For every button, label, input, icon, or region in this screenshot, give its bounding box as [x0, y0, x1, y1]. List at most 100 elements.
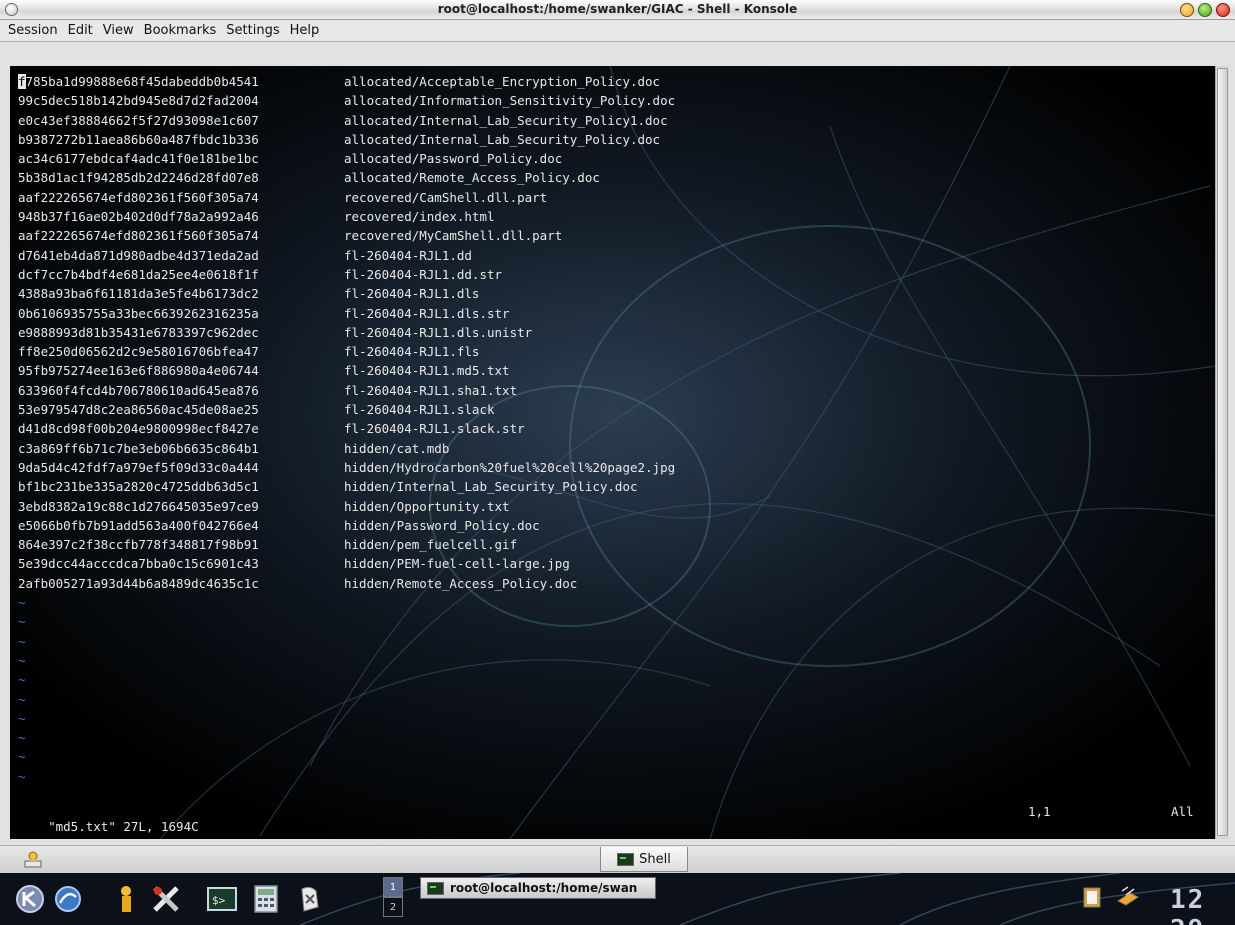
file-path: hidden/Hydrocarbon%20fuel%20cell%20page2…: [344, 459, 676, 475]
md5-hash: 9da5d4c42fdf7a979ef5f09d33c0a444: [18, 459, 259, 475]
konqueror-icon[interactable]: [52, 883, 84, 915]
kde-panel: $> 1 2 root@localhost:/home/swan 12 29: [0, 873, 1235, 925]
vim-empty-line-marker: ~: [18, 652, 26, 668]
file-path: fl-260404-RJL1.dls.unistr: [344, 324, 533, 340]
vim-empty-line-marker: ~: [18, 710, 26, 726]
taskbar-label: root@localhost:/home/swan: [450, 881, 638, 895]
md5-hash: 4388a93ba6f61181da3e5fe4b6173dc2: [18, 286, 259, 302]
file-path: recovered/MyCamShell.dll.part: [344, 228, 563, 244]
window-title: root@localhost:/home/swanker/GIAC - Shel…: [437, 2, 798, 16]
file-path: hidden/Remote_Access_Policy.doc: [344, 575, 578, 591]
terminal-scrollbar[interactable]: [1215, 66, 1229, 839]
tab-shell[interactable]: Shell: [600, 847, 688, 872]
home-folder-icon[interactable]: [112, 883, 144, 915]
md5-hash: 0b6106935755a33bec6639262316235a: [18, 305, 259, 321]
vim-empty-line-marker: ~: [18, 730, 26, 746]
terminal-line: 5e39dcc44acccdca7bba0c15c6901c43 hidden/P…: [18, 554, 675, 573]
terminal-line: b9387272b11aea86b60a487fbdc1b336 allocate…: [18, 130, 675, 149]
terminal-line: d7641eb4da871d980adbe4d371eda2ad fl-26040…: [18, 246, 675, 265]
file-path: fl-260404-RJL1.fls: [344, 344, 480, 360]
terminal-line: aaf222265674efd802361f560f305a74 recovere…: [18, 188, 675, 207]
klipper-clipboard-icon[interactable]: [1080, 885, 1104, 909]
md5-hash: 99c5dec518b142bd945e8d7d2fad2004: [18, 93, 259, 109]
md5-hash: e5066b0fb7b91add563a400f042766e4: [18, 517, 259, 533]
md5-hash: 948b37f16ae02b402d0df78a2a992a46: [18, 209, 259, 225]
konsole-launcher-icon[interactable]: $>: [206, 883, 238, 915]
calculator-icon[interactable]: [250, 883, 282, 915]
terminal-line: c3a869ff6b71c7be3eb06b6635c864b1 hidden/c…: [18, 439, 675, 458]
md5-hash: d7641eb4da871d980adbe4d371eda2ad: [18, 247, 259, 263]
md5-hash: 864e397c2f38ccfb778f348817f98b91: [18, 537, 259, 553]
kmail-icon[interactable]: [294, 883, 326, 915]
window-frame-right: [1229, 42, 1235, 845]
md5-hash: b9387272b11aea86b60a487fbdc1b336: [18, 131, 259, 147]
md5-hash: ff8e250d06562d2c9e58016706bfea47: [18, 344, 259, 360]
scrollbar-thumb[interactable]: [1217, 68, 1228, 836]
terminal-view[interactable]: f785ba1d99888e68f45dabeddb0b4541 allocate…: [10, 66, 1215, 839]
session-tab-bar: Shell: [0, 845, 1235, 873]
file-path: allocated/Internal_Lab_Security_Policy.d…: [344, 131, 661, 147]
terminal-line: 4388a93ba6f61181da3e5fe4b6173dc2 fl-26040…: [18, 284, 675, 303]
taskbar-button-konsole[interactable]: root@localhost:/home/swan: [420, 877, 656, 899]
md5-hash: c3a869ff6b71c7be3eb06b6635c864b1: [18, 440, 259, 456]
kde-menu-icon[interactable]: [14, 883, 46, 915]
desktop-1-button[interactable]: 1: [383, 877, 403, 897]
maximize-button[interactable]: [1198, 3, 1212, 17]
terminal-line: ac34c6177ebdcaf4adc41f0e181be1bc allocate…: [18, 149, 675, 168]
md5-hash: 633960f4fcd4b706780610ad645ea876: [18, 382, 259, 398]
menu-session[interactable]: Session: [3, 21, 63, 41]
md5-hash: bf1bc231be335a2820c4725ddb63d5c1: [18, 479, 259, 495]
minimize-button[interactable]: [1180, 3, 1194, 17]
desktop-2-button[interactable]: 2: [383, 897, 403, 917]
terminal-icon: [427, 881, 444, 895]
terminal-line: dcf7cc7b4bdf4e681da25ee4e0618f1f fl-26040…: [18, 265, 675, 284]
terminal-line: 53e979547d8c2ea86560ac45de08ae25 fl-26040…: [18, 400, 675, 419]
vim-cursor-position: 1,1: [1028, 804, 1051, 819]
terminal-line: 948b37f16ae02b402d0df78a2a992a46 recovere…: [18, 207, 675, 226]
panel-clock[interactable]: 12 29: [1170, 885, 1235, 925]
file-path: hidden/Internal_Lab_Security_Policy.doc: [344, 479, 638, 495]
file-path: fl-260404-RJL1.dls: [344, 286, 480, 302]
terminal-line: 3ebd8382a19c88c1d276645035e97ce9 hidden/O…: [18, 497, 675, 516]
md5-hash: 95fb975274ee163e6f886980a4e06744: [18, 363, 259, 379]
terminal-line: 95fb975274ee163e6f886980a4e06744 fl-26040…: [18, 361, 675, 380]
menu-view[interactable]: View: [98, 21, 139, 41]
terminal-line: 864e397c2f38ccfb778f348817f98b91 hidden/p…: [18, 535, 675, 554]
md5-hash: f785ba1d99888e68f45dabeddb0b4541: [18, 74, 259, 89]
vim-empty-line-marker: ~: [18, 768, 26, 784]
terminal-line: bf1bc231be335a2820c4725ddb63d5c1 hidden/I…: [18, 477, 675, 496]
file-path: allocated/Internal_Lab_Security_Policy1.…: [344, 112, 668, 128]
vim-scroll-position: All: [1171, 804, 1194, 819]
md5-hash: 3ebd8382a19c88c1d276645035e97ce9: [18, 498, 259, 514]
menu-settings[interactable]: Settings: [221, 21, 284, 41]
terminal-line: ff8e250d06562d2c9e58016706bfea47 fl-26040…: [18, 342, 675, 361]
vim-empty-line-marker: ~: [18, 672, 26, 688]
file-path: fl-260404-RJL1.slack.str: [344, 421, 525, 437]
tab-shell-label: Shell: [639, 851, 671, 867]
menu-help[interactable]: Help: [285, 21, 325, 41]
file-path: hidden/cat.mdb: [344, 440, 450, 456]
file-path: fl-260404-RJL1.slack: [344, 402, 495, 418]
menu-bookmarks[interactable]: Bookmarks: [139, 21, 222, 41]
vim-empty-line-marker: ~: [18, 749, 26, 765]
control-center-icon[interactable]: [150, 883, 182, 915]
file-path: fl-260404-RJL1.dls.str: [344, 305, 510, 321]
md5-hash: d41d8cd98f00b204e9800998ecf8427e: [18, 421, 259, 437]
new-session-icon[interactable]: [22, 849, 44, 869]
md5-hash: e0c43ef38884662f5f27d93098e1c607: [18, 112, 259, 128]
terminal-line: e9888993d81b35431e6783397c962dec fl-26040…: [18, 323, 675, 342]
network-tray-icon[interactable]: [1116, 885, 1140, 909]
vim-empty-line-marker: ~: [18, 595, 26, 611]
title-bar: root@localhost:/home/swanker/GIAC - Shel…: [0, 0, 1235, 20]
menu-edit[interactable]: Edit: [63, 21, 98, 41]
vim-empty-line-marker: ~: [18, 691, 26, 707]
svg-text:$>: $>: [212, 894, 226, 907]
file-path: allocated/Information_Sensitivity_Policy…: [344, 93, 676, 109]
file-path: recovered/CamShell.dll.part: [344, 189, 548, 205]
close-button[interactable]: [1216, 3, 1230, 17]
vim-empty-line-marker: ~: [18, 614, 26, 630]
md5-hash: dcf7cc7b4bdf4e681da25ee4e0618f1f: [18, 266, 259, 282]
terminal-line: f785ba1d99888e68f45dabeddb0b4541 allocate…: [18, 72, 675, 91]
file-path: hidden/pem_fuelcell.gif: [344, 537, 518, 553]
desktop-pager: 1 2: [383, 877, 405, 921]
